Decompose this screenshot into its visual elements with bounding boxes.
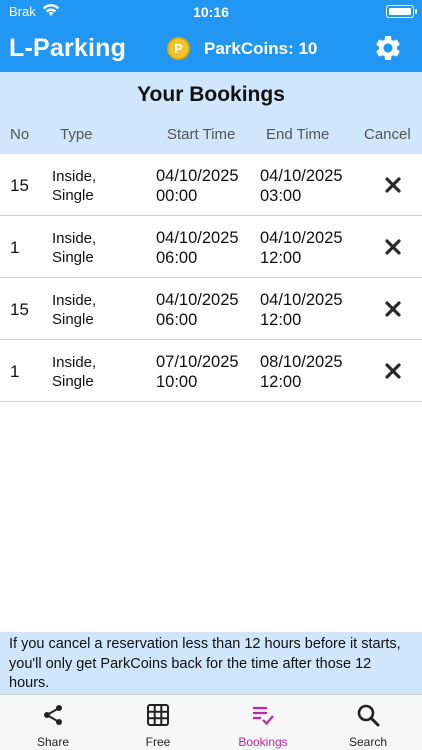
grid-icon — [147, 704, 169, 726]
booking-number: 15 — [10, 300, 29, 319]
end-date: 04/10/2025 — [260, 291, 343, 309]
tab-share-label: Share — [36, 735, 70, 749]
booking-type: Inside, Single — [52, 167, 96, 205]
share-icon — [44, 705, 62, 725]
column-header-type: Type — [60, 126, 93, 143]
table-row: 15 Inside, Single 04/10/2025 06:00 04/10/2… — [0, 278, 422, 340]
table-row: 1 Inside, Single 04/10/2025 06:00 04/10/20… — [0, 216, 422, 278]
tab-search[interactable]: Search — [328, 695, 408, 750]
booking-end-time: 08/10/2025 12:00 — [260, 352, 343, 392]
booking-type-line: Inside, — [52, 292, 97, 309]
booking-type-line: Inside, — [52, 168, 97, 185]
clock: 10:16 — [193, 4, 229, 20]
booking-type-line: Single — [52, 249, 94, 266]
booking-type: Inside, Single — [52, 353, 96, 391]
app-title: L-Parking — [9, 34, 127, 62]
start-hour: 06:00 — [156, 311, 198, 329]
column-header-start-time: Start Time — [167, 126, 236, 143]
booking-end-time: 04/10/2025 03:00 — [260, 166, 343, 206]
page-title: Your Bookings — [137, 83, 285, 106]
tab-search-label: Search — [348, 735, 388, 749]
bookings-list: 15 Inside, Single 04/10/2025 00:00 04/10/2… — [0, 154, 422, 402]
column-header-cancel: Cancel — [364, 126, 411, 143]
end-hour: 12:00 — [260, 249, 302, 267]
parkcoins-balance: ParkCoins: 10 — [204, 39, 318, 58]
end-date: 04/10/2025 — [260, 229, 343, 247]
parkcoin-icon: P — [167, 37, 190, 60]
booking-start-time: 04/10/2025 00:00 — [156, 166, 239, 206]
booking-start-time: 07/10/2025 10:00 — [156, 352, 239, 392]
status-bar: Brak 10:16 — [0, 0, 422, 24]
start-date: 04/10/2025 — [156, 229, 239, 247]
booking-number: 1 — [10, 362, 20, 381]
end-hour: 12:00 — [260, 373, 302, 391]
booking-type-line: Single — [52, 311, 94, 328]
start-hour: 10:00 — [156, 373, 198, 391]
booking-start-time: 04/10/2025 06:00 — [156, 290, 239, 330]
tab-free-label: Free — [145, 735, 171, 749]
start-date: 04/10/2025 — [156, 291, 239, 309]
cancellation-policy-note: If you cancel a reservation less than 12… — [0, 632, 422, 694]
start-date: 07/10/2025 — [156, 353, 239, 371]
booking-type-line: Inside, — [52, 230, 97, 247]
checklist-icon — [253, 706, 274, 726]
cancel-x-icon[interactable] — [384, 238, 402, 256]
booking-type: Inside, Single — [52, 229, 96, 267]
app-bar: L-Parking P ParkCoins: 10 — [0, 24, 422, 72]
start-date: 04/10/2025 — [156, 167, 239, 185]
end-hour: 03:00 — [260, 187, 302, 205]
start-hour: 06:00 — [156, 249, 198, 267]
battery-icon — [386, 5, 417, 18]
end-hour: 12:00 — [260, 311, 302, 329]
booking-type-line: Inside, — [52, 354, 97, 371]
table-row: 15 Inside, Single 04/10/2025 00:00 04/10/2… — [0, 154, 422, 216]
cancel-x-icon[interactable] — [384, 362, 402, 380]
bookings-header: Your Bookings No Type Start Time End Tim… — [0, 72, 422, 154]
booking-start-time: 04/10/2025 06:00 — [156, 228, 239, 268]
booking-type-line: Single — [52, 187, 94, 204]
booking-number: 15 — [10, 176, 29, 195]
tab-bookings-label: Bookings — [238, 735, 288, 749]
column-header-end-time: End Time — [266, 126, 330, 143]
search-icon — [357, 704, 380, 727]
booking-number: 1 — [10, 238, 20, 257]
cancel-x-icon[interactable] — [384, 300, 402, 318]
tab-share[interactable]: Share — [13, 695, 93, 750]
tab-bar: Share Free Bookings Search — [0, 694, 422, 750]
end-date: 04/10/2025 — [260, 167, 343, 185]
column-header-no: No — [10, 126, 30, 143]
booking-end-time: 04/10/2025 12:00 — [260, 228, 343, 268]
start-hour: 00:00 — [156, 187, 198, 205]
booking-type-line: Single — [52, 373, 94, 390]
table-row: 1 Inside, Single 07/10/2025 10:00 08/10/20… — [0, 340, 422, 402]
tab-free[interactable]: Free — [118, 695, 198, 750]
booking-end-time: 04/10/2025 12:00 — [260, 290, 343, 330]
cancel-x-icon[interactable] — [384, 176, 402, 194]
tab-bookings[interactable]: Bookings — [223, 695, 303, 750]
gear-icon[interactable] — [373, 33, 403, 63]
end-date: 08/10/2025 — [260, 353, 343, 371]
booking-type: Inside, Single — [52, 291, 96, 329]
